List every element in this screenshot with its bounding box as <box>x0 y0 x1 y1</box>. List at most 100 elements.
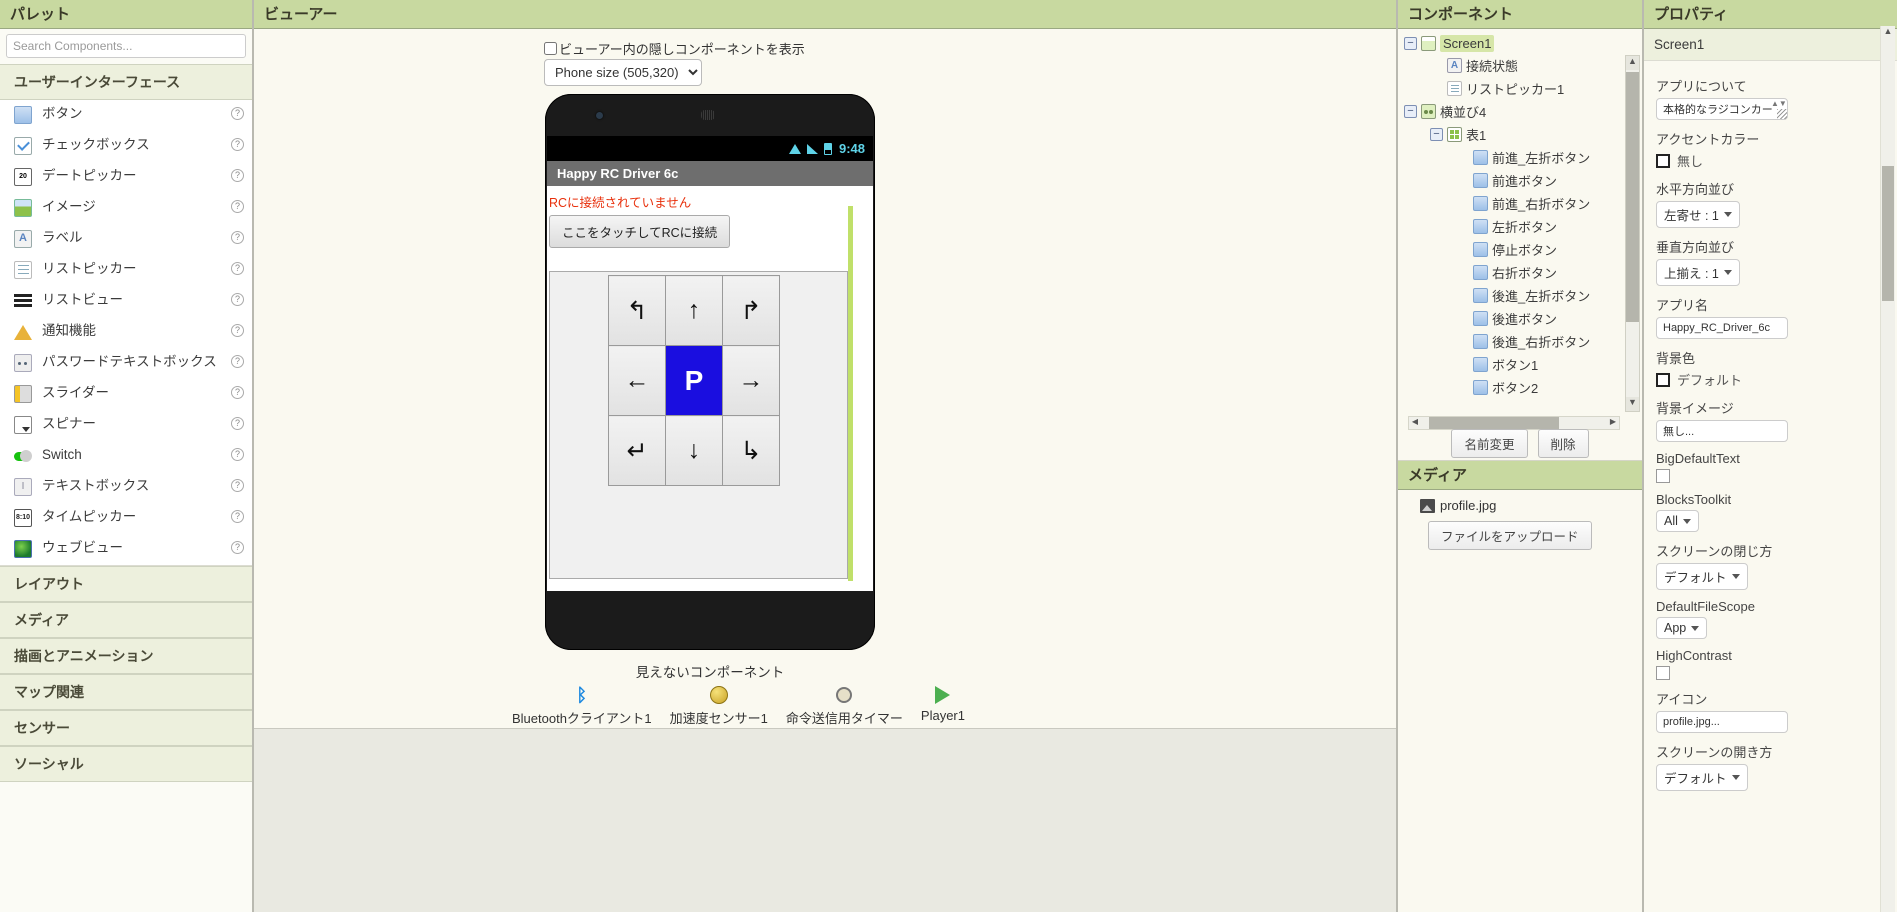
tree-node-5[interactable]: − 表1 <box>1398 123 1624 146</box>
tree-node-10[interactable]: 停止ボタン <box>1398 238 1624 261</box>
dpad-cell-2-2[interactable]: ↳ <box>722 415 780 486</box>
help-icon[interactable]: ? <box>231 231 244 244</box>
help-icon[interactable]: ? <box>231 479 244 492</box>
help-icon[interactable]: ? <box>231 510 244 523</box>
property-checkbox-row[interactable] <box>1656 666 1885 680</box>
invisible-component-1[interactable]: ᛒ Bluetoothクライアント1 <box>512 684 652 727</box>
show-hidden-components-checkbox[interactable] <box>544 42 557 55</box>
tree-node-11[interactable]: 右折ボタン <box>1398 261 1624 284</box>
property-color-row[interactable]: デフォルト <box>1656 370 1885 389</box>
palette-category-6[interactable]: ソーシャル <box>0 746 252 782</box>
palette-category-1[interactable]: レイアウト <box>0 566 252 602</box>
palette-item-8[interactable]: 通知機能? <box>0 317 252 348</box>
palette-item-12[interactable]: Switch? <box>0 441 252 472</box>
palette-item-5[interactable]: A ラベル? <box>0 224 252 255</box>
dpad-cell-1-0[interactable]: ← <box>608 345 666 416</box>
scroll-up-icon[interactable]: ▲ <box>1626 56 1639 70</box>
palette-item-11[interactable]: スピナー? <box>0 410 252 441</box>
help-icon[interactable]: ? <box>231 293 244 306</box>
help-icon[interactable]: ? <box>231 324 244 337</box>
scroll-down-icon[interactable]: ▼ <box>1626 397 1639 411</box>
dpad-cell-0-0[interactable]: ↰ <box>608 275 666 346</box>
help-icon[interactable]: ? <box>231 386 244 399</box>
help-icon[interactable]: ? <box>231 169 244 182</box>
palette-item-2[interactable]: チェックボックス? <box>0 131 252 162</box>
tree-node-9[interactable]: 左折ボタン <box>1398 215 1624 238</box>
delete-button[interactable]: 削除 <box>1537 429 1589 458</box>
search-input[interactable] <box>6 34 246 58</box>
palette-item-6[interactable]: リストピッカー? <box>0 255 252 286</box>
tree-node-14[interactable]: 後進_右折ボタン <box>1398 330 1624 353</box>
property-text-input[interactable] <box>1656 420 1788 442</box>
tree-node-1[interactable]: − Screen1 <box>1398 33 1624 54</box>
property-select[interactable]: デフォルト <box>1656 563 1748 590</box>
dpad-cell-0-2[interactable]: ↱ <box>722 275 780 346</box>
help-icon[interactable]: ? <box>231 448 244 461</box>
palette-item-3[interactable]: 20 デートピッカー? <box>0 162 252 193</box>
rename-button[interactable]: 名前変更 <box>1451 429 1528 458</box>
tree-node-3[interactable]: リストピッカー1 <box>1398 77 1624 100</box>
tree-expander[interactable]: − <box>1430 128 1443 141</box>
properties-scroll-thumb[interactable] <box>1882 166 1894 301</box>
tree-horizontal-scrollbar[interactable]: ◀ ▶ <box>1408 416 1620 430</box>
color-swatch[interactable] <box>1656 372 1670 387</box>
palette-category-user-interface[interactable]: ユーザーインターフェース <box>0 64 252 100</box>
palette-category-3[interactable]: 描画とアニメーション <box>0 638 252 674</box>
help-icon[interactable]: ? <box>231 417 244 430</box>
property-text-input[interactable] <box>1656 711 1788 733</box>
property-checkbox-row[interactable] <box>1656 469 1885 483</box>
property-select[interactable]: デフォルト <box>1656 764 1748 791</box>
help-icon[interactable]: ? <box>231 138 244 151</box>
dpad-cell-1-2[interactable]: → <box>722 345 780 416</box>
show-hidden-components-row[interactable]: ビューアー内の隠しコンポーネントを表示 <box>544 39 805 58</box>
dpad-cell-2-0[interactable]: ↵ <box>608 415 666 486</box>
help-icon[interactable]: ? <box>231 262 244 275</box>
palette-item-1[interactable]: ボタン? <box>0 100 252 131</box>
tree-node-4[interactable]: − 横並び4 <box>1398 100 1624 123</box>
scroll-left-icon[interactable]: ◀ <box>1409 417 1421 429</box>
tree-expander[interactable]: − <box>1404 105 1417 118</box>
palette-item-7[interactable]: リストビュー? <box>0 286 252 317</box>
property-select[interactable]: 上揃え : 1 <box>1656 259 1740 286</box>
dpad-cell-0-1[interactable]: ↑ <box>665 275 723 346</box>
property-checkbox[interactable] <box>1656 469 1670 483</box>
tree-node-6[interactable]: 前進_左折ボタン <box>1398 146 1624 169</box>
help-icon[interactable]: ? <box>231 541 244 554</box>
color-swatch[interactable] <box>1656 153 1670 168</box>
media-file-1[interactable]: profile.jpg <box>1398 490 1642 517</box>
tree-expander[interactable]: − <box>1404 37 1417 50</box>
property-textarea[interactable] <box>1656 98 1788 120</box>
palette-item-15[interactable]: ウェブビュー? <box>0 534 252 565</box>
help-icon[interactable]: ? <box>231 355 244 368</box>
tree-node-15[interactable]: ボタン1 <box>1398 353 1624 376</box>
palette-item-4[interactable]: イメージ? <box>0 193 252 224</box>
palette-item-14[interactable]: 8:10 タイムピッカー? <box>0 503 252 534</box>
tree-node-2[interactable]: A 接続状態 <box>1398 54 1624 77</box>
scroll-right-icon[interactable]: ▶ <box>1607 417 1619 429</box>
property-color-row[interactable]: 無し <box>1656 151 1885 170</box>
invisible-component-2[interactable]: 加速度センサー1 <box>670 684 768 727</box>
help-icon[interactable]: ? <box>231 107 244 120</box>
scroll-thumb[interactable] <box>1626 72 1639 322</box>
palette-item-9[interactable]: パスワードテキストボックス? <box>0 348 252 379</box>
upload-file-button[interactable]: ファイルをアップロード <box>1428 521 1592 550</box>
invisible-component-3[interactable]: 命令送信用タイマー <box>786 684 903 727</box>
property-textarea-wrap[interactable]: ▲▼ <box>1656 98 1788 120</box>
screen-size-select[interactable]: Phone size (505,320) <box>544 59 702 86</box>
tree-node-8[interactable]: 前進_右折ボタン <box>1398 192 1624 215</box>
property-select[interactable]: 左寄せ : 1 <box>1656 201 1740 228</box>
property-checkbox[interactable] <box>1656 666 1670 680</box>
palette-item-10[interactable]: スライダー? <box>0 379 252 410</box>
dpad-cell-2-1[interactable]: ↓ <box>665 415 723 486</box>
property-select[interactable]: All <box>1656 510 1699 532</box>
properties-scroll-up-icon[interactable]: ▲ <box>1881 26 1895 40</box>
tree-node-7[interactable]: 前進ボタン <box>1398 169 1624 192</box>
palette-category-5[interactable]: センサー <box>0 710 252 746</box>
hscroll-thumb[interactable] <box>1429 417 1559 429</box>
resize-grip-icon[interactable] <box>1777 109 1787 119</box>
palette-item-13[interactable]: I テキストボックス? <box>0 472 252 503</box>
tree-node-13[interactable]: 後進ボタン <box>1398 307 1624 330</box>
connect-rc-button[interactable]: ここをタッチしてRCに接続 <box>549 215 731 248</box>
palette-category-4[interactable]: マップ関連 <box>0 674 252 710</box>
tree-vertical-scrollbar[interactable]: ▲ ▼ <box>1625 55 1640 412</box>
